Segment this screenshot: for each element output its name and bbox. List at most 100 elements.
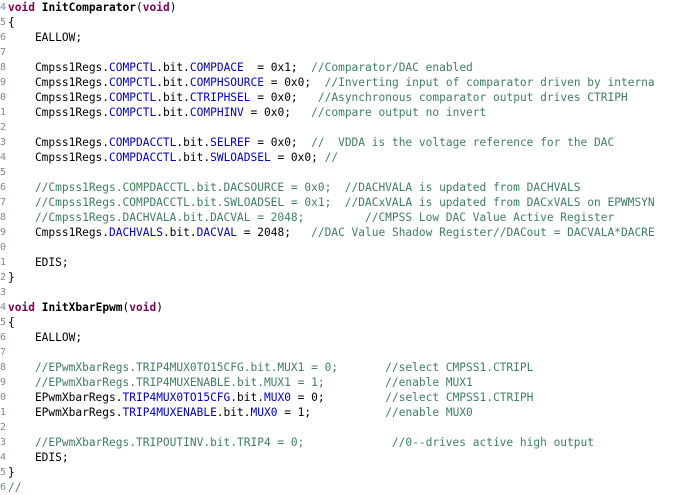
code-line[interactable]: 7	[0, 345, 678, 360]
code-line[interactable]: 5{	[0, 315, 678, 330]
field-token: MUX0	[250, 406, 278, 419]
code-text: //EPwmXbarRegs.TRIP4MUXENABLE.bit.MUX1 =…	[8, 375, 473, 390]
code-text: EALLOW;	[8, 330, 82, 345]
comment-token: //DAC Value Shadow Register//DACout = DA…	[311, 226, 655, 239]
line-number: 7	[0, 47, 7, 58]
code-line[interactable]: 3 //EPwmXbarRegs.TRIPOUTINV.bit.TRIP4 = …	[0, 435, 678, 450]
line-number: 6	[0, 482, 7, 493]
line-number: 8	[0, 212, 7, 223]
code-text: //	[8, 480, 21, 495]
comment-token: //	[324, 151, 339, 164]
code-line[interactable]: 4 void InitXbarEpwm(void)	[0, 300, 678, 315]
code-line[interactable]: 2	[0, 120, 678, 135]
code-line[interactable]: 2	[0, 420, 678, 435]
field-token: TRIP4MUX0TO15CFG	[122, 391, 231, 404]
code-text: Cmpss1Regs.COMPDACCTL.bit.SWLOADSEL = 0x…	[8, 150, 338, 165]
code-line[interactable]: 4 EDIS;	[0, 450, 678, 465]
code-text: //EPwmXbarRegs.TRIPOUTINV.bit.TRIP4 = 0;…	[8, 435, 594, 450]
code-line[interactable]: 1 Cmpss1Regs.COMPCTL.bit.COMPHINV = 0x0;…	[0, 105, 678, 120]
comment-token: //Asynchronous comparator output drives …	[317, 91, 628, 104]
code-token: .bit.	[230, 391, 264, 404]
code-line[interactable]: 6//	[0, 480, 678, 495]
code-token: = 0x0;	[270, 151, 325, 164]
code-line[interactable]: 7 //Cmpss1Regs.COMPDACCTL.bit.SWLOADSEL …	[0, 195, 678, 210]
field-token: COMPCTL	[109, 91, 157, 104]
comment-token: //	[8, 481, 22, 494]
code-line[interactable]: 8 //Cmpss1Regs.DACHVALA.bit.DACVAL = 204…	[0, 210, 678, 225]
line-number: 5	[0, 167, 7, 178]
code-line[interactable]: 1 EPwmXbarRegs.TRIP4MUXENABLE.bit.MUX0 =…	[0, 405, 678, 420]
line-number: 4	[0, 302, 7, 313]
code-line[interactable]: 6 EALLOW;	[0, 30, 678, 45]
field-token: COMPDACE	[189, 61, 244, 74]
code-line[interactable]: 6 //Cmpss1Regs.COMPDACCTL.bit.DACSOURCE …	[0, 180, 678, 195]
code-text: Cmpss1Regs.COMPCTL.bit.COMPHINV = 0x0; /…	[8, 105, 486, 120]
code-line[interactable]: 0 Cmpss1Regs.COMPCTL.bit.CTRIPHSEL = 0x0…	[0, 90, 678, 105]
code-text: }	[8, 465, 15, 480]
comment-token: //Comparator/DAC enabled	[311, 61, 473, 74]
code-line[interactable]: 9 //EPwmXbarRegs.TRIP4MUXENABLE.bit.MUX1…	[0, 375, 678, 390]
code-text: EPwmXbarRegs.TRIP4MUX0TO15CFG.bit.MUX0 =…	[8, 390, 533, 405]
code-line[interactable]: 5	[0, 165, 678, 180]
line-number: 9	[0, 227, 7, 238]
code-text: EDIS;	[8, 450, 69, 465]
line-number: 4	[0, 152, 7, 163]
code-text: Cmpss1Regs.DACHVALS.bit.DACVAL = 2048; /…	[8, 225, 655, 240]
code-line[interactable]: 9 Cmpss1Regs.DACHVALS.bit.DACVAL = 2048;…	[0, 225, 678, 240]
comment-token: //EPwmXbarRegs.TRIP4MUX0TO15CFG.bit.MUX1…	[8, 361, 534, 374]
line-number: 6	[0, 32, 7, 43]
code-line[interactable]: 7	[0, 45, 678, 60]
line-number: 0	[0, 392, 7, 403]
code-line[interactable]: 4 void InitComparator(void)	[0, 0, 678, 15]
code-token: = 0x0;	[243, 106, 312, 119]
code-text: Cmpss1Regs.COMPCTL.bit.CTRIPHSEL = 0x0; …	[8, 90, 628, 105]
code-token: .bit.	[156, 76, 190, 89]
field-token: DACVAL	[196, 226, 238, 239]
code-token: )	[156, 301, 163, 314]
code-line[interactable]: 3 Cmpss1Regs.COMPDACCTL.bit.SELREF = 0x0…	[0, 135, 678, 150]
line-number: 1	[0, 407, 7, 418]
code-line[interactable]: 6 EALLOW;	[0, 330, 678, 345]
code-text: Cmpss1Regs.COMPDACCTL.bit.SELREF = 0x0; …	[8, 135, 614, 150]
code-text: EPwmXbarRegs.TRIP4MUXENABLE.bit.MUX0 = 1…	[8, 405, 473, 420]
comment-token: //select CMPSS1.CTRIPH	[385, 391, 534, 404]
code-line[interactable]: 0	[0, 240, 678, 255]
comment-token: //Cmpss1Regs.DACHVALA.bit.DACVAL = 2048;…	[8, 211, 615, 224]
code-line[interactable]: 8 //EPwmXbarRegs.TRIP4MUX0TO15CFG.bit.MU…	[0, 360, 678, 375]
code-line[interactable]: 1 EDIS;	[0, 255, 678, 270]
code-token: EALLOW;	[8, 331, 83, 344]
code-token: EALLOW;	[8, 31, 83, 44]
code-token: }	[8, 271, 15, 284]
line-number: 9	[0, 377, 7, 388]
code-line[interactable]: 2}	[0, 270, 678, 285]
line-number: 6	[0, 182, 7, 193]
comment-token: //EPwmXbarRegs.TRIPOUTINV.bit.TRIP4 = 0;…	[8, 436, 594, 449]
code-line[interactable]: 4 Cmpss1Regs.COMPDACCTL.bit.SWLOADSEL = …	[0, 150, 678, 165]
code-token: = 0x0;	[250, 136, 312, 149]
code-token: .bit.	[176, 151, 211, 164]
code-text: //Cmpss1Regs.COMPDACCTL.bit.DACSOURCE = …	[8, 180, 581, 195]
code-line[interactable]: 8 Cmpss1Regs.COMPCTL.bit.COMPDACE = 0x1;…	[0, 60, 678, 75]
code-token: {	[8, 316, 15, 329]
field-token: COMPCTL	[109, 61, 157, 74]
code-line[interactable]: 0 EPwmXbarRegs.TRIP4MUX0TO15CFG.bit.MUX0…	[0, 390, 678, 405]
keyword-token: void	[8, 301, 35, 314]
code-token: .bit.	[162, 226, 197, 239]
code-line[interactable]: 3	[0, 285, 678, 300]
keyword-token: void	[129, 301, 157, 314]
code-editor[interactable]: 4 void InitComparator(void) 5{6 EALLOW; 7 8 …	[0, 0, 678, 494]
line-number: 2	[0, 422, 7, 433]
code-text: void InitComparator(void)	[8, 0, 176, 15]
code-token: EPwmXbarRegs.	[8, 391, 123, 404]
code-token: = 0x0;	[250, 91, 318, 104]
code-token: .bit.	[216, 406, 251, 419]
line-number: 1	[0, 257, 7, 268]
line-number: 0	[0, 242, 7, 253]
code-token: .bit.	[156, 91, 190, 104]
code-line[interactable]: 5{	[0, 15, 678, 30]
code-line[interactable]: 5}	[0, 465, 678, 480]
code-line[interactable]: 9 Cmpss1Regs.COMPCTL.bit.COMPHSOURCE = 0…	[0, 75, 678, 90]
comment-token: //enable MUX0	[385, 406, 473, 419]
line-number: 3	[0, 137, 7, 148]
